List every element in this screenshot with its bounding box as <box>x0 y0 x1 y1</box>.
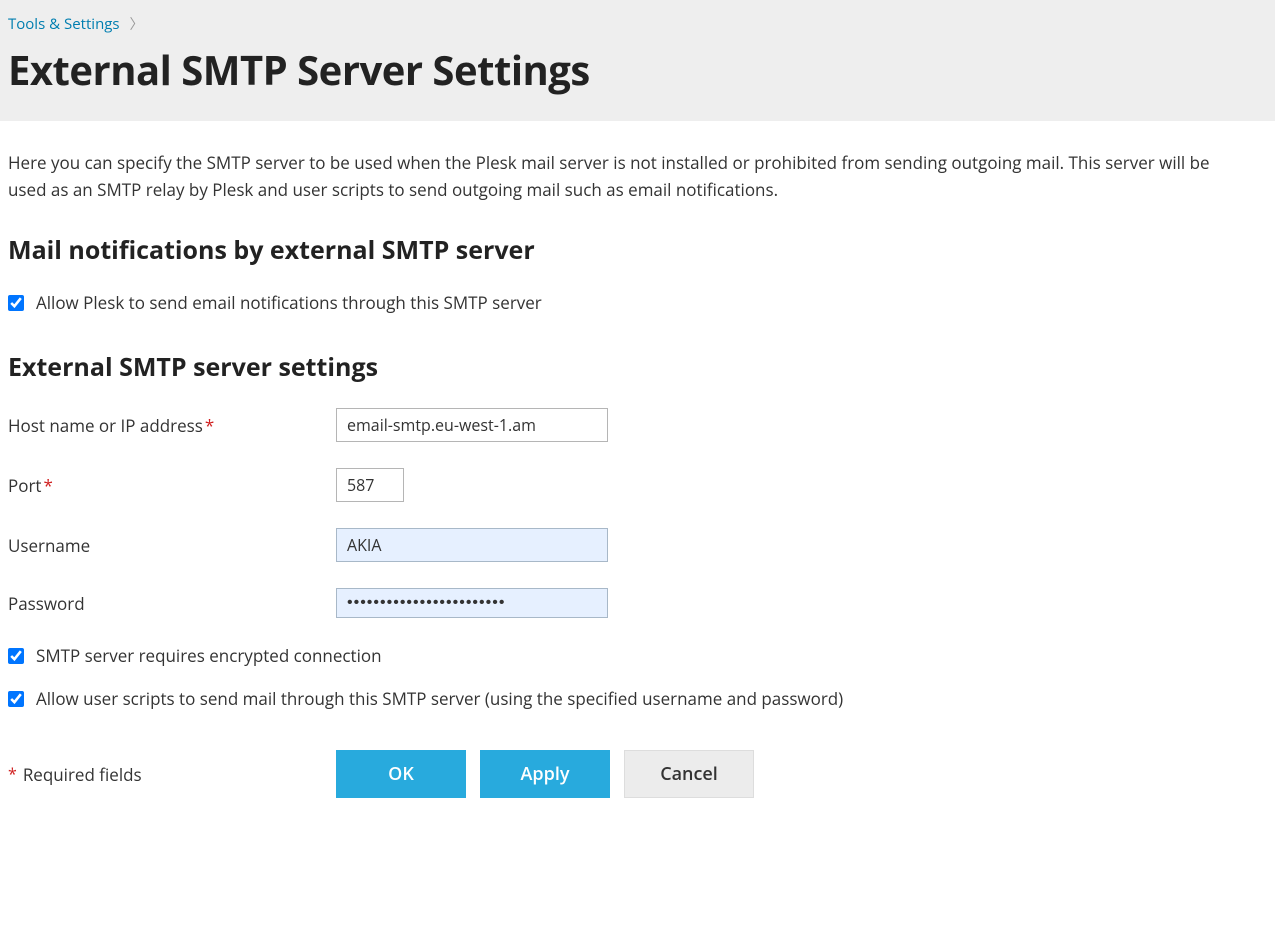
password-input[interactable] <box>336 588 608 618</box>
password-label: Password <box>8 592 336 615</box>
username-row: Username <box>8 528 1252 562</box>
encrypted-label: SMTP server requires encrypted connectio… <box>36 644 382 667</box>
encrypted-row: SMTP server requires encrypted connectio… <box>8 644 1252 667</box>
breadcrumb: Tools & Settings 〉 <box>8 14 1267 34</box>
button-group: OK Apply Cancel <box>336 750 754 798</box>
port-input[interactable] <box>336 468 404 502</box>
required-fields-note: * Required fields <box>8 763 336 786</box>
host-input[interactable] <box>336 408 608 442</box>
intro-text: Here you can specify the SMTP server to … <box>8 149 1252 203</box>
cancel-button[interactable]: Cancel <box>624 750 754 798</box>
apply-button[interactable]: Apply <box>480 750 610 798</box>
section-heading-smtp-settings: External SMTP server settings <box>8 350 1252 384</box>
section-heading-notifications: Mail notifications by external SMTP serv… <box>8 233 1252 267</box>
port-label: Port* <box>8 474 336 497</box>
required-star-icon: * <box>205 414 214 437</box>
ok-button[interactable]: OK <box>336 750 466 798</box>
encrypted-checkbox[interactable] <box>8 648 24 664</box>
username-label: Username <box>8 534 336 557</box>
page-content: Here you can specify the SMTP server to … <box>0 121 1260 818</box>
allow-notifications-label: Allow Plesk to send email notifications … <box>36 291 542 314</box>
required-star-icon: * <box>8 763 17 785</box>
page-header: Tools & Settings 〉 External SMTP Server … <box>0 0 1275 121</box>
allow-scripts-checkbox[interactable] <box>8 691 24 707</box>
chevron-right-icon: 〉 <box>130 15 144 34</box>
allow-notifications-checkbox[interactable] <box>8 295 24 311</box>
allow-scripts-label: Allow user scripts to send mail through … <box>36 687 843 710</box>
breadcrumb-link-tools-settings[interactable]: Tools & Settings <box>8 14 120 34</box>
username-input[interactable] <box>336 528 608 562</box>
password-row: Password <box>8 588 1252 618</box>
host-label: Host name or IP address* <box>8 414 336 437</box>
host-row: Host name or IP address* <box>8 408 1252 442</box>
required-star-icon: * <box>43 474 52 497</box>
page-title: External SMTP Server Settings <box>8 42 1267 97</box>
allow-notifications-row: Allow Plesk to send email notifications … <box>8 291 1252 314</box>
allow-scripts-row: Allow user scripts to send mail through … <box>8 687 1252 710</box>
required-fields-text: Required fields <box>23 763 142 786</box>
port-row: Port* <box>8 468 1252 502</box>
footer-row: * Required fields OK Apply Cancel <box>8 750 1252 798</box>
